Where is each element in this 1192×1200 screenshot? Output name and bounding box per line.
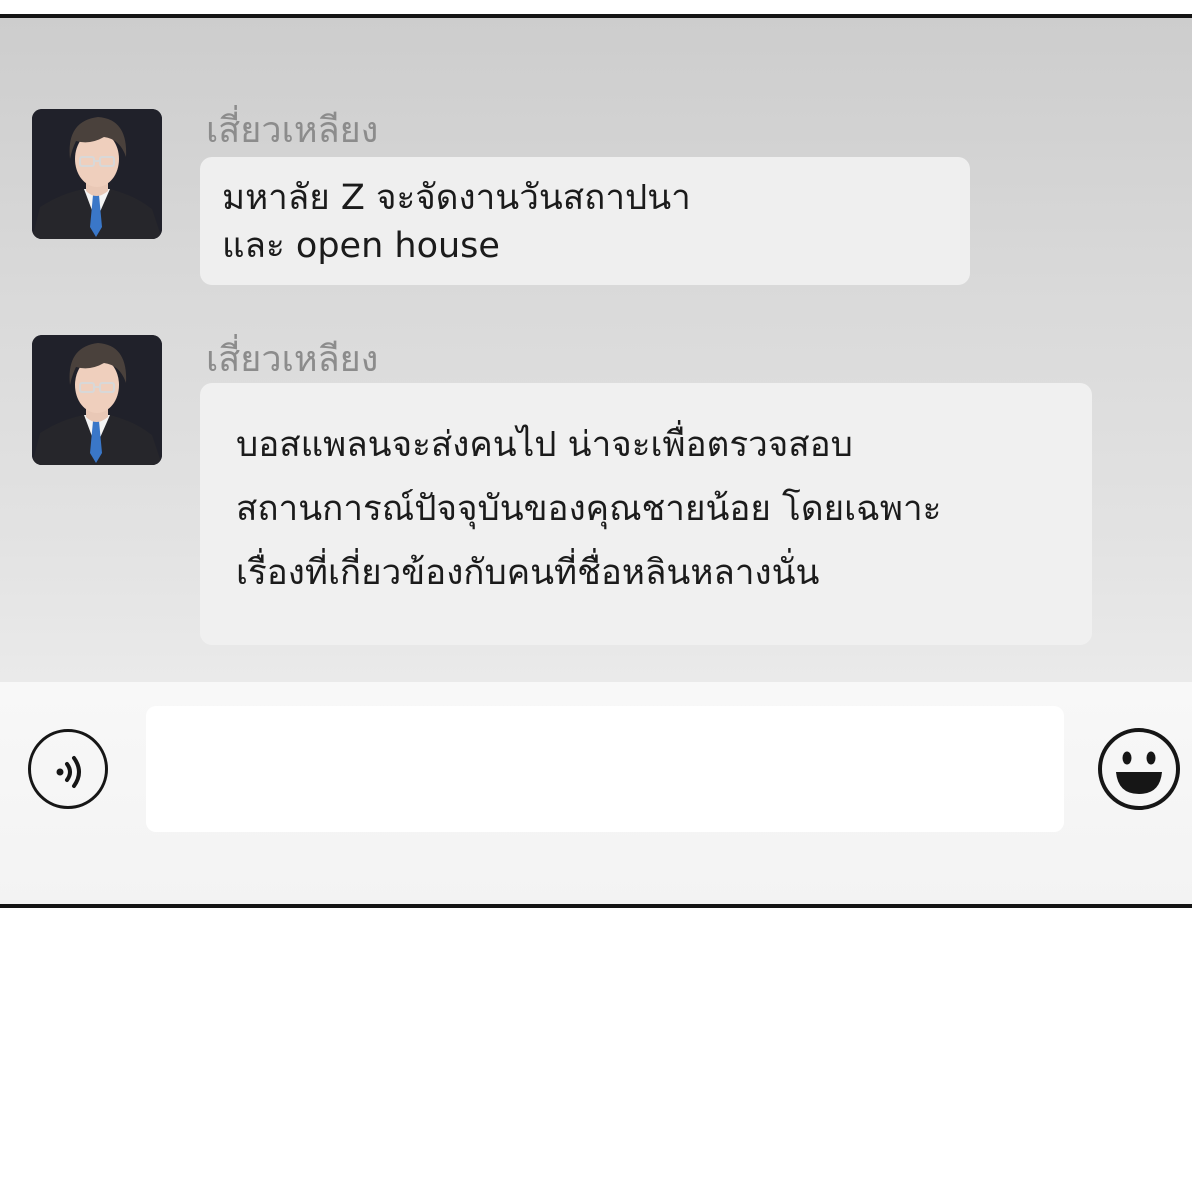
message-text: บอสแพลนจะส่งคนไป น่าจะเพื่อตรวจสอบ (236, 425, 853, 465)
voice-icon (56, 756, 81, 788)
message-text: มหาลัย Z จะจัดงานวันสถาปนา (222, 178, 691, 218)
avatar-image (32, 109, 162, 239)
avatar-image (32, 335, 162, 465)
message-bubble: มหาลัย Z จะจัดงานวันสถาปนา และ open hous… (200, 157, 970, 285)
chat-window: เสี่ยวเหลียง มหาลัย Z จะจัดงานวันสถาปนา … (0, 14, 1192, 908)
emoji-button[interactable] (1096, 726, 1182, 812)
avatar[interactable] (32, 109, 162, 239)
voice-button[interactable] (28, 729, 108, 809)
message-input-bar (0, 682, 1192, 904)
avatar[interactable] (32, 335, 162, 465)
message-text: และ open house (222, 226, 500, 266)
message-input[interactable] (146, 706, 1064, 832)
emoji-icon (1098, 728, 1180, 810)
sender-name: เสี่ยวเหลียง (206, 339, 379, 380)
message-text: สถานการณ์ปัจจุบันของคุณชายน้อย โดยเฉพาะ (236, 489, 942, 529)
message-list: เสี่ยวเหลียง มหาลัย Z จะจัดงานวันสถาปนา … (0, 18, 1192, 682)
sender-name: เสี่ยวเหลียง (206, 110, 379, 151)
message-bubble: บอสแพลนจะส่งคนไป น่าจะเพื่อตรวจสอบ สถานก… (200, 383, 1092, 645)
message-text: เรื่องที่เกี่ยวข้องกับคนที่ชื่อหลินหลางน… (236, 553, 820, 593)
